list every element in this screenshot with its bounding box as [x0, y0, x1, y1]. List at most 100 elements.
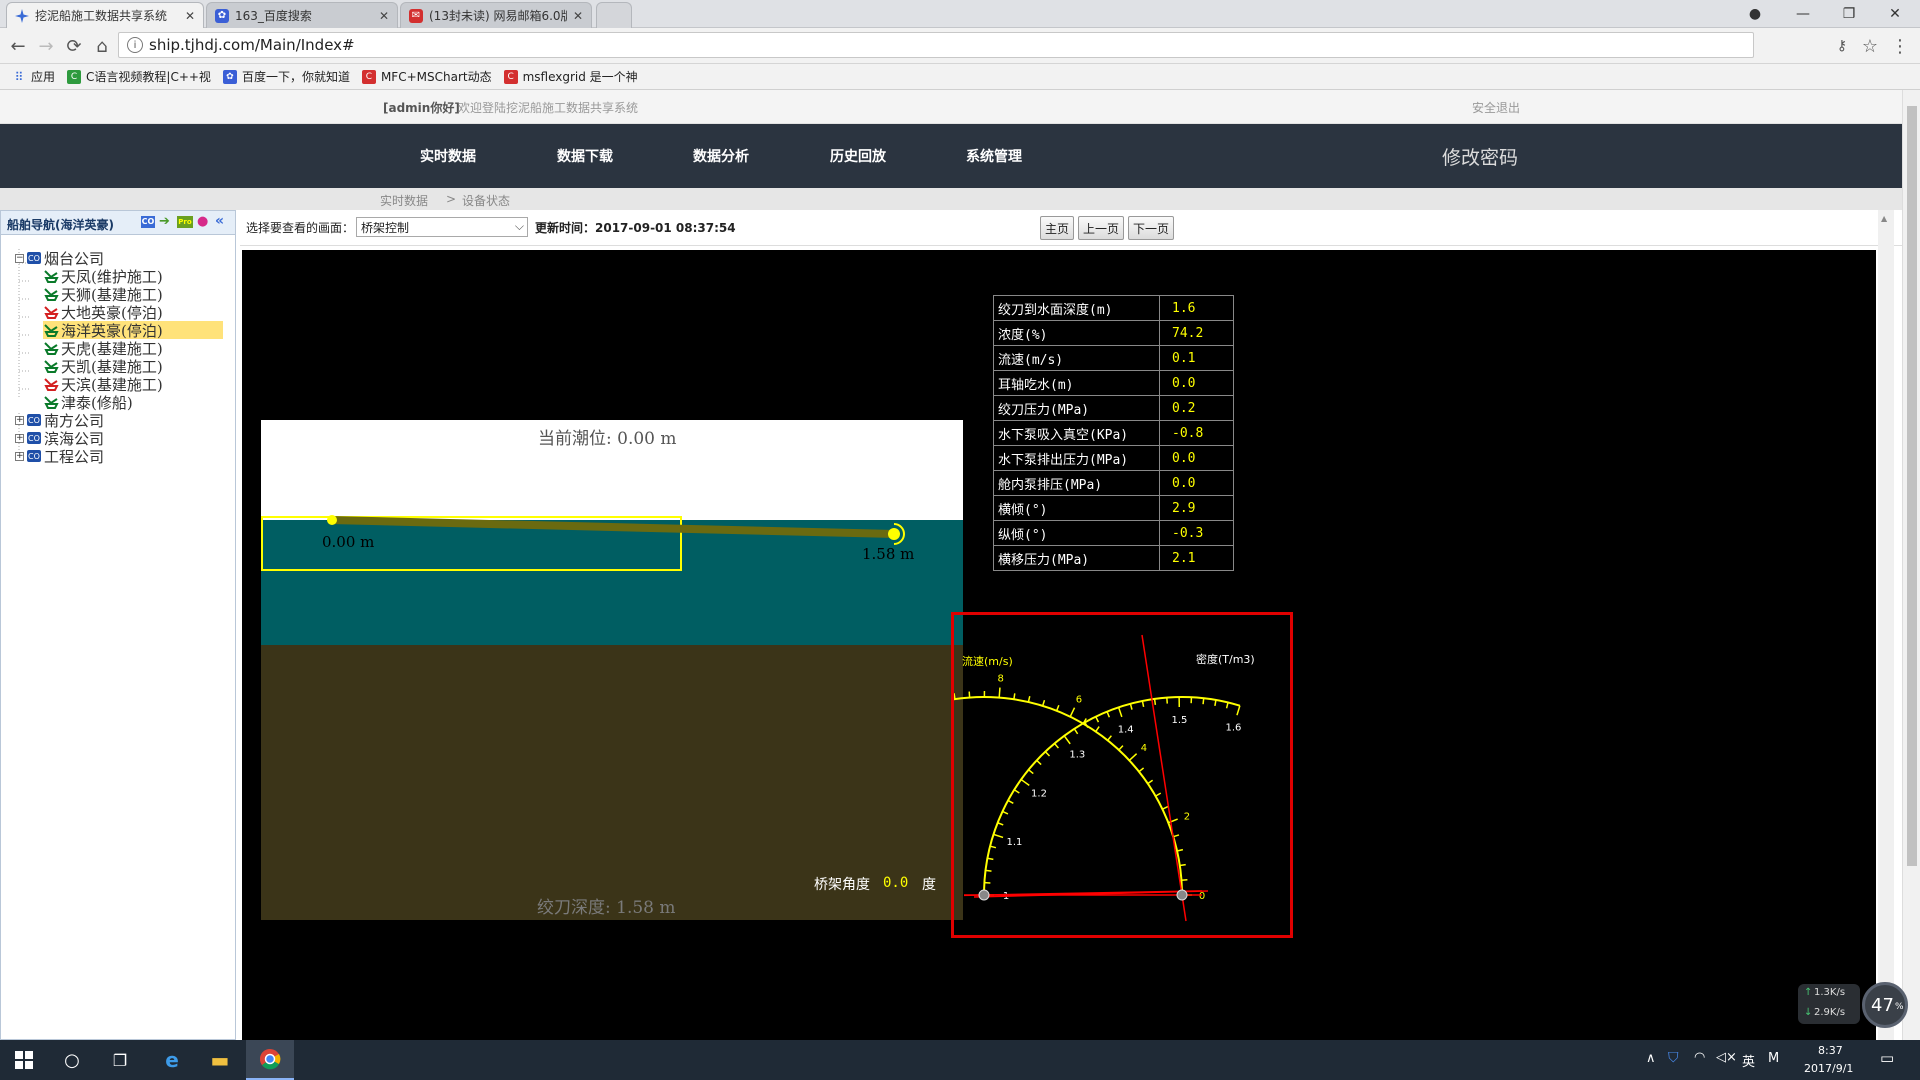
nav-system[interactable]: 系统管理: [966, 124, 1022, 188]
bookmark-c-video[interactable]: C C语言视频教程|C++视: [67, 68, 211, 85]
ship-green-icon: [44, 270, 59, 283]
chrome-icon[interactable]: [246, 1040, 294, 1080]
tree-ship[interactable]: 大地英豪(停泊): [43, 303, 163, 322]
tab-netease-mail[interactable]: ✉ (13封未读) 网易邮箱6.0版 ✕: [400, 2, 592, 28]
breadcrumb-item[interactable]: 实时数据: [380, 192, 428, 209]
page-scrollbar[interactable]: [1902, 90, 1920, 1040]
bookmark-mfc-mschart[interactable]: C MFC+MSChart动态: [361, 68, 492, 85]
clock-time[interactable]: 8:37: [1818, 1044, 1843, 1057]
reading-value: -0.8: [1159, 420, 1234, 446]
ship-green-icon: [44, 396, 59, 409]
arrow-right-icon[interactable]: ➔: [159, 214, 170, 229]
density-tick: [993, 833, 1004, 839]
logout-link[interactable]: 安全退出: [1472, 99, 1520, 116]
memory-gauge[interactable]: 47 %: [1862, 982, 1908, 1028]
expand-toggle[interactable]: +: [15, 433, 24, 443]
bookmark-msflexgrid[interactable]: C msflexgrid 是一个神: [503, 68, 638, 85]
collapse-icon[interactable]: «: [215, 213, 224, 229]
breadcrumb: 实时数据 > 设备状态: [0, 188, 1902, 210]
density-tick-label: 1.2: [1031, 788, 1047, 799]
monitor-canvas: 当前潮位: 0.00 m 0.00 m 1.58 m 桥架角度 0.0 度 绞刀…: [242, 250, 1876, 1040]
density-axis-label: 密度(T/m3): [1196, 652, 1255, 666]
tray-up-icon[interactable]: ∧: [1646, 1051, 1656, 1066]
tree-ship[interactable]: 天狮(基建施工): [43, 285, 163, 304]
collapse-toggle[interactable]: −: [15, 253, 24, 263]
velocity-tick-label: 0: [1199, 891, 1205, 902]
speaker-mute-icon[interactable]: ◁×: [1716, 1050, 1737, 1065]
address-bar[interactable]: i ship.tjhdj.com/Main/Index#: [118, 32, 1754, 58]
windows-start-icon[interactable]: [0, 1040, 48, 1080]
nav-realtime[interactable]: 实时数据: [420, 124, 476, 188]
ship-green-icon: [44, 342, 59, 355]
tree-company-binhai[interactable]: + CO 滨海公司: [15, 429, 104, 448]
ime-indicator[interactable]: 英: [1742, 1051, 1755, 1070]
scroll-up-icon[interactable]: ▲: [1881, 214, 1891, 223]
nav-playback[interactable]: 历史回放: [830, 124, 886, 188]
expand-toggle[interactable]: +: [15, 415, 24, 425]
tree-company-south[interactable]: + CO 南方公司: [15, 411, 104, 430]
density-tick: [985, 869, 992, 872]
tree-ship[interactable]: 天凤(维护施工): [43, 267, 163, 286]
tree-ship-selected[interactable]: 海洋英豪(停泊): [43, 321, 223, 340]
reading-value: 74.2: [1159, 320, 1234, 346]
minimize-button[interactable]: —: [1780, 0, 1826, 28]
key-icon[interactable]: ⚷: [1830, 34, 1854, 58]
window-close-button[interactable]: ✕: [1872, 0, 1918, 28]
file-explorer-icon[interactable]: ▬: [196, 1040, 244, 1080]
nav-download[interactable]: 数据下载: [557, 124, 613, 188]
tree-ship[interactable]: 天凯(基建施工): [43, 357, 163, 376]
tab-baidu-search[interactable]: ✿ 163_百度搜索 ✕: [206, 2, 398, 28]
notification-icon[interactable]: ▭: [1880, 1049, 1894, 1067]
menu-dots-icon[interactable]: ⋮: [1888, 34, 1912, 58]
next-page-button[interactable]: 下一页: [1128, 216, 1174, 240]
tree-company-yantai[interactable]: − CO 烟台公司: [15, 249, 104, 268]
task-view-icon[interactable]: ❐: [96, 1040, 144, 1080]
prev-page-button[interactable]: 上一页: [1078, 216, 1124, 240]
ime-mode[interactable]: M: [1768, 1051, 1779, 1066]
maximize-button[interactable]: ❐: [1826, 0, 1872, 28]
content-scrollbar[interactable]: ▲: [1878, 210, 1894, 1040]
page-info-icon[interactable]: i: [127, 37, 143, 53]
scroll-thumb[interactable]: [1907, 106, 1917, 866]
bookmarks-bar: ⠿ 应用 C C语言视频教程|C++视 ✿ 百度一下，你就知道 C MFC+MS…: [0, 64, 1920, 90]
density-tick: [1129, 703, 1133, 710]
close-icon[interactable]: ✕: [379, 9, 389, 23]
tree-company-engineering[interactable]: + CO 工程公司: [15, 447, 104, 466]
back-arrow-icon[interactable]: ←: [6, 34, 30, 58]
velocity-tick: [1162, 805, 1169, 810]
home-page-button[interactable]: 主页: [1040, 216, 1074, 240]
edge-browser-icon[interactable]: e: [148, 1040, 196, 1080]
reading-row: 水下泵排出压力(MPa) 0.0: [993, 445, 1234, 471]
nav-analysis[interactable]: 数据分析: [693, 124, 749, 188]
expand-toggle[interactable]: +: [15, 451, 24, 461]
wifi-icon[interactable]: ◠: [1694, 1050, 1705, 1065]
bookmark-label: 应用: [31, 70, 56, 84]
baidu-paw-icon: ✿: [215, 8, 229, 23]
tab-ship-system[interactable]: 挖泥船施工数据共享系统 ✕: [6, 2, 204, 28]
bookmark-star-icon[interactable]: ☆: [1858, 34, 1882, 58]
company-icon: CO: [27, 450, 41, 462]
tree-ship[interactable]: 天滨(基建施工): [43, 375, 163, 394]
company-icon[interactable]: CO: [141, 216, 155, 228]
search-icon[interactable]: ○: [48, 1040, 96, 1080]
bookmark-apps[interactable]: ⠿ 应用: [12, 68, 55, 85]
change-password-link[interactable]: 修改密码: [1442, 124, 1518, 188]
screen-select[interactable]: 桥架控制 ⌵: [356, 217, 528, 237]
reading-row: 水下泵吸入真空(KPa) -0.8: [993, 420, 1234, 446]
tree-ship[interactable]: 天虎(基建施工): [43, 339, 163, 358]
reload-icon[interactable]: ⟳: [62, 34, 86, 58]
map-pin-icon[interactable]: ●: [197, 214, 208, 229]
home-icon[interactable]: ⌂: [90, 34, 114, 58]
close-icon[interactable]: ✕: [185, 9, 195, 23]
close-icon[interactable]: ✕: [573, 9, 583, 23]
new-tab-button[interactable]: [596, 2, 632, 28]
profile-icon[interactable]: ●: [1732, 0, 1778, 28]
project-icon[interactable]: Pro: [177, 216, 193, 228]
bookmark-label: MFC+MSChart动态: [380, 70, 492, 84]
clock-date[interactable]: 2017/9/1: [1804, 1062, 1853, 1075]
shield-icon[interactable]: ⛉: [1668, 1050, 1679, 1066]
forward-arrow-icon[interactable]: →: [34, 34, 58, 58]
bookmark-baidu[interactable]: ✿ 百度一下，你就知道: [222, 68, 350, 85]
download-speed: 2.9K/s: [1814, 1007, 1846, 1018]
tree-ship[interactable]: 津泰(修船): [43, 393, 133, 412]
